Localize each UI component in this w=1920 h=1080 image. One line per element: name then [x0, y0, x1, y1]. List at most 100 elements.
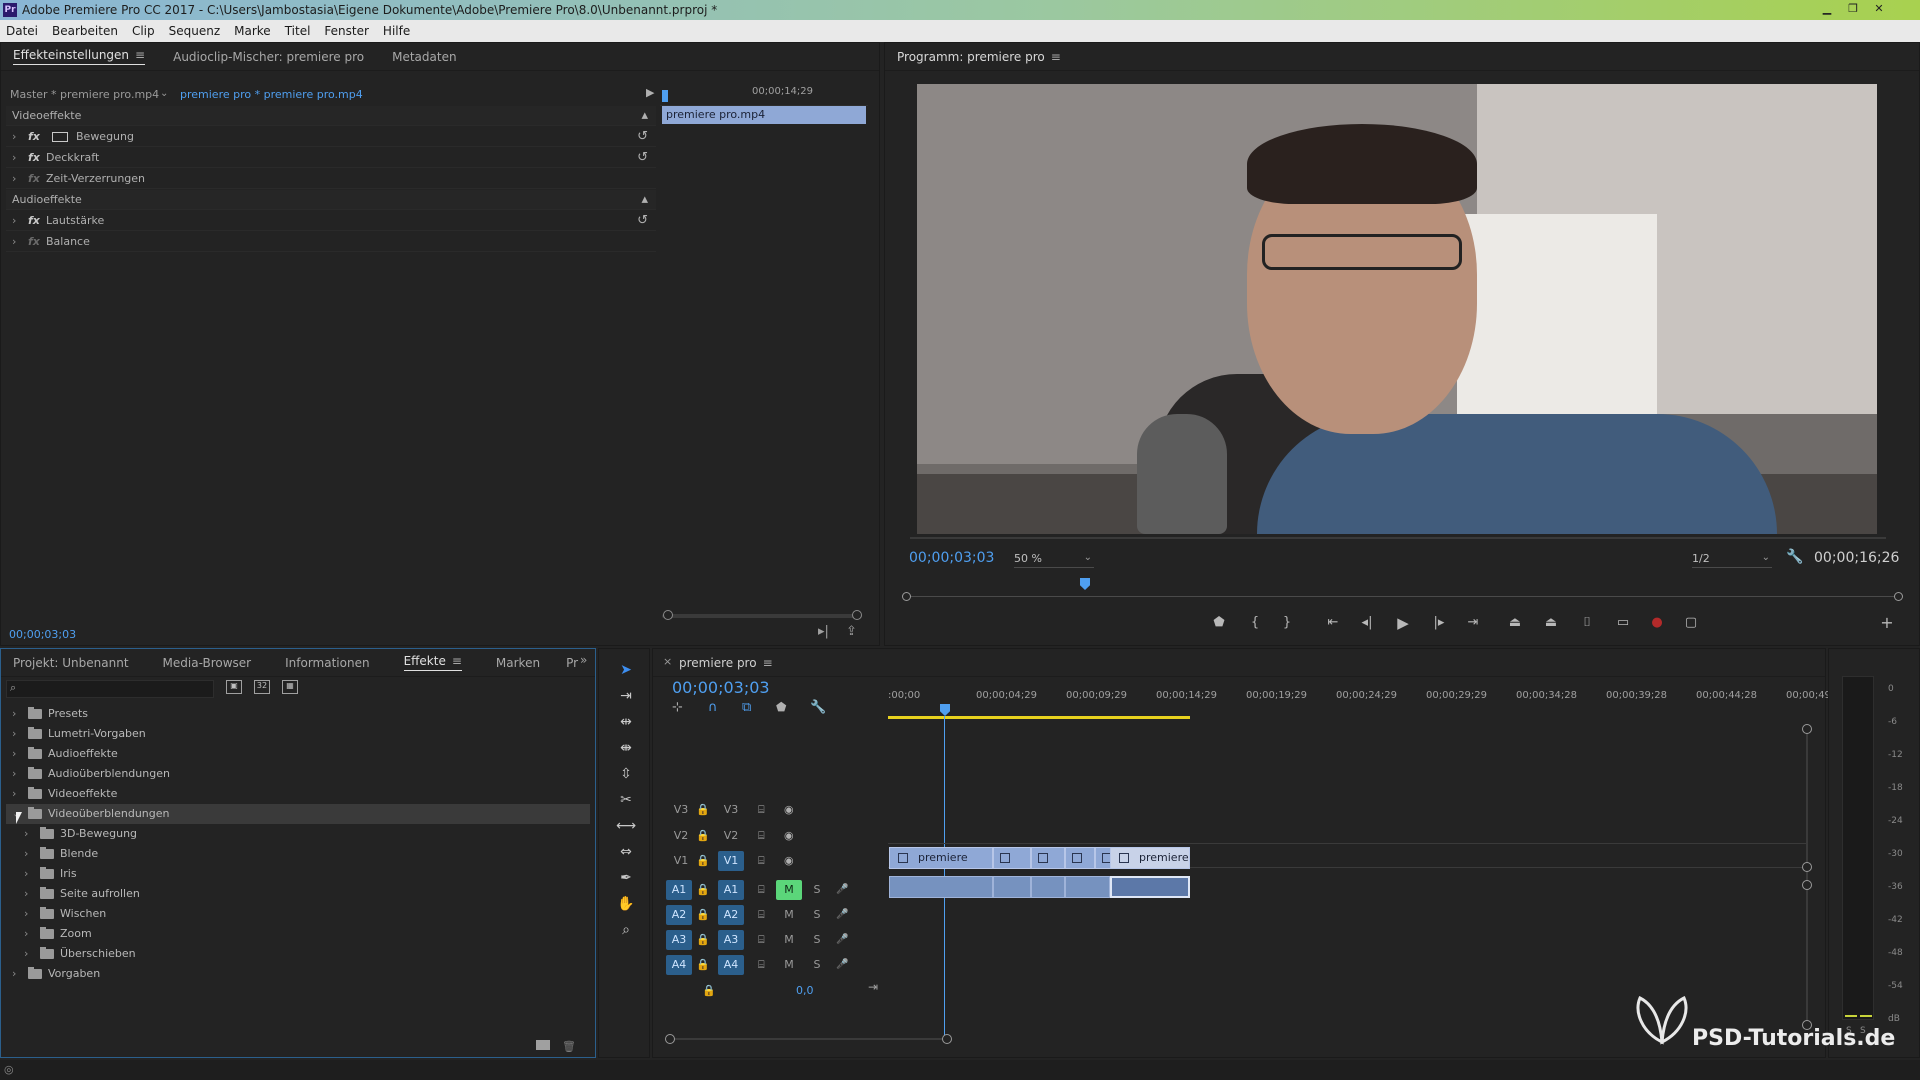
lock-icon[interactable]: 🔒 — [696, 905, 710, 925]
ec-current-time[interactable]: 00;00;03;03 — [9, 628, 76, 641]
audio-clip[interactable] — [993, 876, 1031, 898]
reset-icon[interactable]: ↺ — [637, 127, 648, 147]
sync-lock-icon[interactable]: ⌸ — [758, 880, 765, 900]
video-clip[interactable] — [1031, 847, 1065, 869]
audio-clip[interactable] — [1065, 876, 1110, 898]
program-video-frame[interactable] — [917, 84, 1877, 534]
tab-media-browser[interactable]: Media-Browser — [163, 656, 252, 670]
chevron-right-icon[interactable]: › — [24, 824, 28, 844]
filter-icon[interactable]: ▸| — [818, 624, 829, 639]
tree-item[interactable]: › Audioüberblendungen — [6, 764, 590, 784]
lock-icon[interactable]: 🔒 — [696, 826, 710, 846]
zoom-tool-icon[interactable]: ⌕ — [616, 920, 636, 940]
add-button-icon[interactable]: + — [1876, 612, 1898, 634]
clip-selector[interactable]: premiere pro * premiere pro.mp4 — [180, 88, 363, 101]
reset-icon[interactable]: ↺ — [637, 148, 648, 168]
selection-tool-icon[interactable]: ➤ — [616, 660, 636, 680]
track-target-v2[interactable]: V2 — [718, 826, 744, 846]
track-select-tool-icon[interactable]: ⇥ — [616, 686, 636, 706]
safe-margins-icon[interactable]: ▢ — [1680, 612, 1702, 634]
sync-lock-icon[interactable]: ⌸ — [758, 800, 765, 820]
mute-button[interactable]: M — [776, 930, 802, 950]
effect-balance[interactable]: › fx Balance — [6, 232, 656, 252]
snap-icon[interactable]: ∩ — [708, 700, 718, 715]
sync-lock-icon[interactable]: ⌸ — [758, 826, 765, 846]
chevron-right-icon[interactable]: › — [24, 844, 28, 864]
fx-badge[interactable]: fx — [28, 127, 40, 147]
tree-item[interactable]: › Vorgaben — [6, 964, 590, 984]
32bit-effects-icon[interactable]: 32 — [254, 680, 270, 694]
tab-informationen[interactable]: Informationen — [285, 656, 369, 670]
chevron-right-icon[interactable]: › — [12, 764, 16, 784]
tab-projekt[interactable]: Projekt: Unbenannt — [13, 656, 129, 670]
go-to-end-icon[interactable]: ⇥ — [868, 980, 878, 994]
menu-clip[interactable]: Clip — [132, 24, 155, 38]
chevron-right-icon[interactable]: › — [24, 944, 28, 964]
sync-lock-icon[interactable]: ⌸ — [758, 955, 765, 975]
v-scroll-handle[interactable] — [1802, 880, 1812, 890]
effect-bewegung[interactable]: › fx Bewegung ↺ — [6, 127, 656, 147]
chevron-right-icon[interactable]: › — [12, 784, 16, 804]
scroll-handle-right[interactable] — [852, 610, 862, 620]
yuv-effects-icon[interactable]: ▦ — [282, 680, 298, 694]
rate-stretch-tool-icon[interactable]: ⇳ — [616, 764, 636, 784]
tab-metadaten[interactable]: Metadaten — [392, 50, 456, 64]
timeline-v-scroll[interactable] — [1806, 726, 1808, 1026]
panel-menu-icon[interactable]: ≡ — [1051, 50, 1061, 64]
monitor-scrub-bar[interactable] — [906, 596, 1900, 597]
tree-item[interactable]: › Zoom — [6, 924, 590, 944]
scroll-handle-left[interactable] — [665, 1034, 675, 1044]
wrench-icon[interactable]: 🔧 — [1786, 549, 1803, 565]
more-panels-icon[interactable]: » — [580, 653, 587, 667]
tree-item[interactable]: › Blende — [6, 844, 590, 864]
track-source-v3[interactable]: V3 — [668, 800, 694, 820]
menu-titel[interactable]: Titel — [285, 24, 311, 38]
scroll-handle-left[interactable] — [663, 610, 673, 620]
solo-button[interactable]: S — [804, 905, 830, 925]
track-target-a4[interactable]: A4 — [718, 955, 744, 975]
menu-fenster[interactable]: Fenster — [324, 24, 369, 38]
solo-button[interactable]: S — [804, 930, 830, 950]
menu-bearbeiten[interactable]: Bearbeiten — [52, 24, 118, 38]
lift-icon[interactable]: ⏏ — [1504, 612, 1526, 634]
tree-item[interactable]: › Videoeffekte — [6, 784, 590, 804]
chevron-right-icon[interactable]: › — [12, 211, 16, 231]
eye-icon[interactable]: ◉ — [784, 851, 794, 871]
tab-programm[interactable]: Programm: premiere pro ≡ — [897, 50, 1061, 64]
menu-sequenz[interactable]: Sequenz — [169, 24, 221, 38]
track-source-a4[interactable]: A4 — [666, 955, 692, 975]
clip-bar[interactable]: premiere pro.mp4 — [662, 106, 866, 124]
chevron-down-icon[interactable]: ⌄ — [160, 88, 168, 99]
pen-tool-icon[interactable]: ✒ — [616, 868, 636, 888]
timeline-h-scroll[interactable] — [670, 1038, 948, 1040]
eye-icon[interactable]: ◉ — [784, 800, 794, 820]
chevron-right-icon[interactable]: › — [12, 744, 16, 764]
tab-effekteinstellungen[interactable]: Effekteinstellungen ≡ — [13, 48, 146, 65]
video-clip-selected[interactable]: premiere p — [1110, 847, 1190, 869]
chevron-right-icon[interactable]: › — [12, 964, 16, 984]
record-icon[interactable]: ● — [1646, 612, 1668, 634]
effect-zeit-verzerrungen[interactable]: › fx Zeit-Verzerrungen — [6, 169, 656, 189]
new-folder-icon[interactable] — [536, 1040, 550, 1050]
microphone-icon[interactable]: 🎤 — [836, 955, 848, 975]
lock-icon[interactable]: 🔒 — [696, 880, 710, 900]
fx-badge[interactable]: fx — [28, 211, 40, 231]
tree-item[interactable]: › Iris — [6, 864, 590, 884]
slide-tool-icon[interactable]: ⇔ — [616, 842, 636, 862]
track-target-a2[interactable]: A2 — [718, 905, 744, 925]
step-back-icon[interactable]: ◂| — [1356, 612, 1378, 634]
hand-tool-icon[interactable]: ✋ — [616, 894, 636, 914]
tree-item[interactable]: › 3D-Bewegung — [6, 824, 590, 844]
camera-icon[interactable]: ⌷ — [1576, 612, 1598, 634]
effects-search-input[interactable]: ⌕ — [6, 680, 214, 698]
panel-menu-icon[interactable]: ≡ — [452, 654, 462, 668]
video-clip[interactable]: premiere — [889, 847, 993, 869]
menu-datei[interactable]: Datei — [6, 24, 38, 38]
microphone-icon[interactable]: 🎤 — [836, 930, 848, 950]
tab-sequence[interactable]: premiere pro ≡ — [679, 656, 773, 670]
reset-icon[interactable]: ↺ — [637, 211, 648, 231]
audio-clip[interactable] — [1031, 876, 1065, 898]
mark-out-icon[interactable]: } — [1276, 612, 1298, 634]
track-source-a3[interactable]: A3 — [666, 930, 692, 950]
tree-item[interactable]: ⌄ Videoüberblendungen — [6, 804, 590, 824]
